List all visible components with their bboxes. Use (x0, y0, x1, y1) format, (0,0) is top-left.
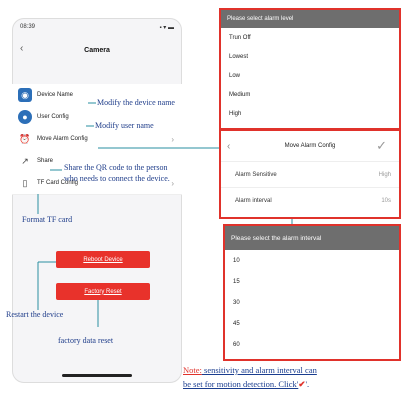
alarm-interval-option[interactable]: 30 (225, 292, 399, 313)
annotation-share-line1: Share the QR code to the person (64, 163, 168, 172)
annotation-modify-device: Modify the device name (97, 98, 175, 107)
alarm-sensitive-label: Alarm Sensitive (235, 171, 277, 178)
alarm-sensitive-value: High (378, 171, 391, 178)
note-line1: sensitivity and alarm interval can (201, 365, 317, 375)
alarm-interval-option[interactable]: 45 (225, 313, 399, 334)
note-text: Note: sensitivity and alarm interval can… (183, 363, 407, 391)
annotation-factory-reset: factory data reset (58, 336, 114, 345)
alarm-level-option[interactable]: Medium (221, 85, 399, 104)
alarm-config-panel: ‹ Move Alarm Config ✓ Alarm Sensitive Hi… (219, 129, 401, 219)
check-icon[interactable]: ✓ (376, 138, 387, 154)
alarm-interval-row[interactable]: Alarm interval 10s (221, 188, 399, 213)
note-end: '. (305, 379, 310, 389)
alarm-config-title: Move Alarm Config (284, 143, 336, 149)
alarm-level-option[interactable]: High (221, 104, 399, 123)
alarm-config-nav: ‹ Move Alarm Config ✓ (221, 131, 399, 162)
alarm-level-option[interactable]: Low (221, 66, 399, 85)
alarm-interval-value: 10s (381, 197, 391, 204)
alarm-interval-option[interactable]: 15 (225, 271, 399, 292)
alarm-interval-panel: Please select the alarm interval 10 15 3… (223, 224, 401, 361)
note-prefix: Note: (183, 365, 202, 375)
alarm-interval-option[interactable]: 10 (225, 250, 399, 271)
alarm-level-option[interactable]: Lowest (221, 47, 399, 66)
back-icon[interactable]: ‹ (227, 141, 230, 152)
alarm-level-option[interactable]: Trun Off (221, 28, 399, 47)
alarm-interval-option[interactable]: 60 (225, 334, 399, 355)
annotation-format-tf: Format TF card (22, 215, 73, 224)
alarm-sensitive-row[interactable]: Alarm Sensitive High (221, 162, 399, 188)
alarm-level-panel: Please select alarm level Trun Off Lowes… (219, 8, 401, 130)
alarm-interval-header: Please select the alarm interval (225, 226, 399, 250)
annotation-modify-user: Modify user name (95, 121, 154, 130)
annotation-share-line2: who needs to connect the device. (64, 174, 170, 183)
alarm-interval-label: Alarm interval (235, 197, 272, 204)
note-line2: be set for motion detection. Click' (183, 379, 299, 389)
annotation-restart: Restart the device (6, 310, 64, 319)
alarm-level-header: Please select alarm level (221, 10, 399, 28)
